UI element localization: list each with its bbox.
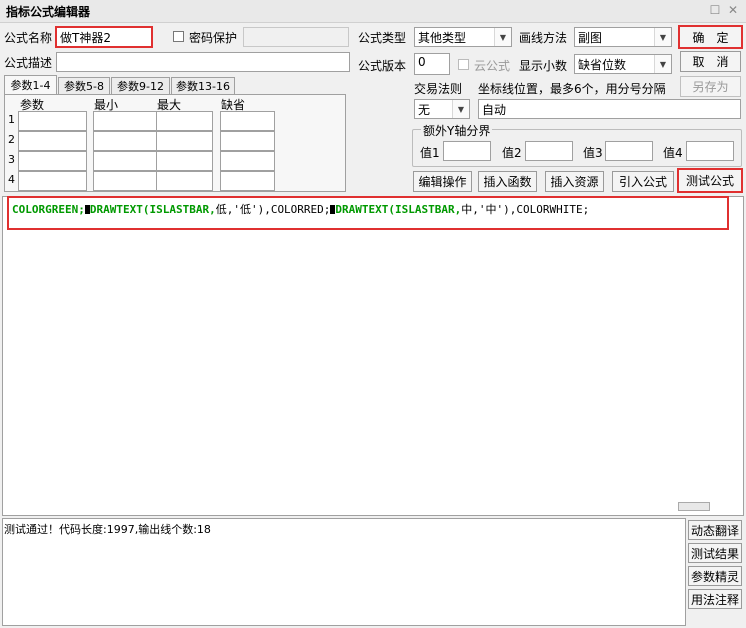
decimal-value: 缺省位数 bbox=[578, 58, 627, 72]
formula-type-value: 其他类型 bbox=[418, 31, 467, 45]
code-editor[interactable] bbox=[2, 196, 744, 516]
tab-params-9-12[interactable]: 参数9-12 bbox=[111, 77, 170, 94]
param-max-input[interactable] bbox=[156, 111, 213, 131]
draw-method-label: 画线方法 bbox=[519, 31, 568, 45]
trade-rule-select[interactable]: 无 ▼ bbox=[414, 99, 470, 119]
param-max-input[interactable] bbox=[156, 131, 213, 151]
tab-params-1-4[interactable]: 参数1-4 bbox=[4, 75, 57, 94]
test-result-button[interactable]: 测试结果 bbox=[688, 543, 742, 563]
param-name-input[interactable] bbox=[18, 111, 87, 131]
cancel-button[interactable]: 取 消 bbox=[680, 51, 741, 72]
param-default-input[interactable] bbox=[220, 171, 275, 191]
value-label: 值3 bbox=[583, 146, 603, 160]
value-2-input[interactable] bbox=[525, 141, 573, 161]
value-label: 值1 bbox=[420, 146, 440, 160]
param-default-input[interactable] bbox=[220, 111, 275, 131]
chevron-down-icon: ▼ bbox=[452, 100, 469, 118]
formula-name-label: 公式名称 bbox=[4, 31, 53, 45]
save-as-button[interactable]: 另存为 bbox=[680, 76, 741, 97]
param-row-number: 3 bbox=[8, 153, 15, 166]
insert-function-button[interactable]: 插入函数 bbox=[478, 171, 537, 192]
formula-type-select[interactable]: 其他类型 ▼ bbox=[414, 27, 512, 47]
test-result-text: 测试通过！代码长度:1997,输出线个数:18 bbox=[4, 523, 211, 536]
tab-params-13-16[interactable]: 参数13-16 bbox=[171, 77, 235, 94]
chevron-down-icon: ▼ bbox=[654, 28, 671, 46]
param-name-input[interactable] bbox=[18, 171, 87, 191]
description-label: 公式描述 bbox=[4, 56, 53, 70]
description-input[interactable] bbox=[56, 52, 350, 72]
param-min-input[interactable] bbox=[93, 151, 162, 171]
param-row-number: 1 bbox=[8, 113, 15, 126]
import-formula-button[interactable]: 引入公式 bbox=[612, 171, 674, 192]
version-label: 公式版本 bbox=[358, 59, 407, 73]
param-row-number: 2 bbox=[8, 133, 15, 146]
trade-rule-label: 交易法则 bbox=[414, 82, 463, 96]
password-checkbox[interactable] bbox=[173, 31, 184, 42]
param-max-input[interactable] bbox=[156, 171, 213, 191]
cloud-formula-label: 云公式 bbox=[474, 59, 511, 73]
title-bar: 指标公式编辑器 ☐ ✕ bbox=[0, 0, 746, 23]
param-min-input[interactable] bbox=[93, 131, 162, 151]
chevron-down-icon: ▼ bbox=[654, 55, 671, 73]
code-line: COLORGREEN; DRAWTEXT(ISLASTBAR,低,'低'),COL… bbox=[12, 203, 590, 216]
password-input[interactable] bbox=[243, 27, 349, 47]
param-wizard-button[interactable]: 参数精灵 bbox=[688, 566, 742, 586]
value-3-input[interactable] bbox=[605, 141, 653, 161]
maximize-icon[interactable]: ☐ bbox=[709, 4, 721, 16]
y-axis-group-label: 额外Y轴分界 bbox=[421, 122, 493, 139]
param-name-input[interactable] bbox=[18, 131, 87, 151]
test-formula-button[interactable]: 测试公式 bbox=[677, 168, 743, 193]
tab-params-5-8[interactable]: 参数5-8 bbox=[58, 77, 110, 94]
usage-notes-button[interactable]: 用法注释 bbox=[688, 589, 742, 609]
param-default-input[interactable] bbox=[220, 131, 275, 151]
window-title: 指标公式编辑器 bbox=[6, 5, 91, 19]
param-name-input[interactable] bbox=[18, 151, 87, 171]
draw-method-select[interactable]: 副图 ▼ bbox=[574, 27, 672, 47]
value-label: 值2 bbox=[502, 146, 522, 160]
formula-name-input[interactable]: 做T神器2 bbox=[55, 26, 153, 48]
value-1-input[interactable] bbox=[443, 141, 491, 161]
password-label: 密码保护 bbox=[189, 31, 238, 45]
dynamic-translate-button[interactable]: 动态翻译 bbox=[688, 520, 742, 540]
cloud-formula-checkbox[interactable] bbox=[458, 59, 469, 70]
confirm-button[interactable]: 确 定 bbox=[678, 25, 743, 49]
value-4-input[interactable] bbox=[686, 141, 734, 161]
param-min-input[interactable] bbox=[93, 171, 162, 191]
close-icon[interactable]: ✕ bbox=[727, 4, 739, 16]
coord-label: 坐标线位置，最多6个，用分号分隔 bbox=[478, 82, 666, 96]
draw-method-value: 副图 bbox=[578, 31, 603, 45]
param-row-number: 4 bbox=[8, 173, 15, 186]
decimal-label: 显示小数 bbox=[519, 59, 568, 73]
decimal-select[interactable]: 缺省位数 ▼ bbox=[574, 54, 672, 74]
param-default-input[interactable] bbox=[220, 151, 275, 171]
chevron-down-icon: ▼ bbox=[494, 28, 511, 46]
edit-operations-button[interactable]: 编辑操作 bbox=[413, 171, 472, 192]
insert-resource-button[interactable]: 插入资源 bbox=[545, 171, 604, 192]
formula-type-label: 公式类型 bbox=[358, 31, 407, 45]
trade-rule-value: 无 bbox=[418, 103, 431, 117]
version-input[interactable]: 0 bbox=[414, 53, 450, 75]
scrollbar-thumb[interactable] bbox=[678, 502, 710, 511]
param-min-input[interactable] bbox=[93, 111, 162, 131]
value-label: 值4 bbox=[663, 146, 683, 160]
param-max-input[interactable] bbox=[156, 151, 213, 171]
coord-input[interactable]: 自动 bbox=[478, 99, 741, 119]
